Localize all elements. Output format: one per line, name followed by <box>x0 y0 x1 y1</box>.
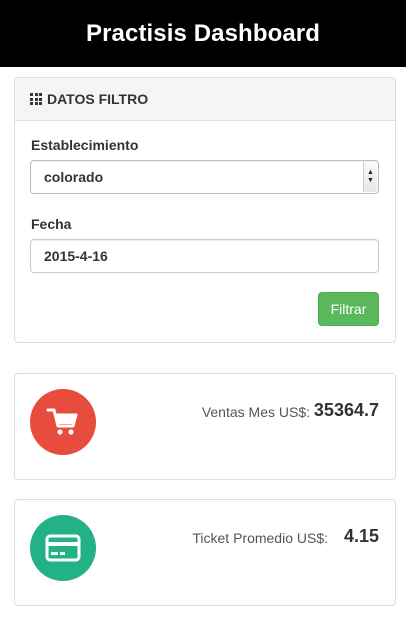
credit-card-icon <box>45 534 81 562</box>
establecimiento-select[interactable]: colorado ▲ ▼ <box>30 160 379 194</box>
ticket-value: 4.15 <box>343 526 379 546</box>
fecha-input-value: 2015-4-16 <box>44 248 108 264</box>
stat-card-ventas: Ventas Mes US$: 35364.7 <box>14 373 396 480</box>
filter-button[interactable]: Filtrar <box>318 292 379 326</box>
select-arrows-icon: ▲ ▼ <box>363 162 377 192</box>
filter-panel: DATOS FILTRO Establecimiento colorado ▲ ▼… <box>14 77 396 343</box>
stat-card-ticket: Ticket Promedio US$: 4.15 <box>14 499 396 606</box>
page-title: Practisis Dashboard <box>86 19 320 47</box>
ventas-label: Ventas Mes US$: <box>201 404 310 420</box>
ticket-label: Ticket Promedio US$: <box>192 530 328 546</box>
sales-icon-circle <box>30 389 96 455</box>
fecha-input[interactable]: 2015-4-16 <box>30 239 379 273</box>
establecimiento-label: Establecimiento <box>31 137 139 153</box>
shopping-cart-icon <box>46 408 78 435</box>
top-header: Practisis Dashboard <box>0 0 406 67</box>
ticket-icon-circle <box>30 515 96 581</box>
filter-panel-title: DATOS FILTRO <box>47 91 149 107</box>
filter-panel-heading: DATOS FILTRO <box>15 78 395 121</box>
fecha-label: Fecha <box>31 216 72 232</box>
establecimiento-selected-value: colorado <box>44 169 104 185</box>
th-grid-icon <box>30 93 42 105</box>
ventas-value: 35364.7 <box>313 400 379 420</box>
